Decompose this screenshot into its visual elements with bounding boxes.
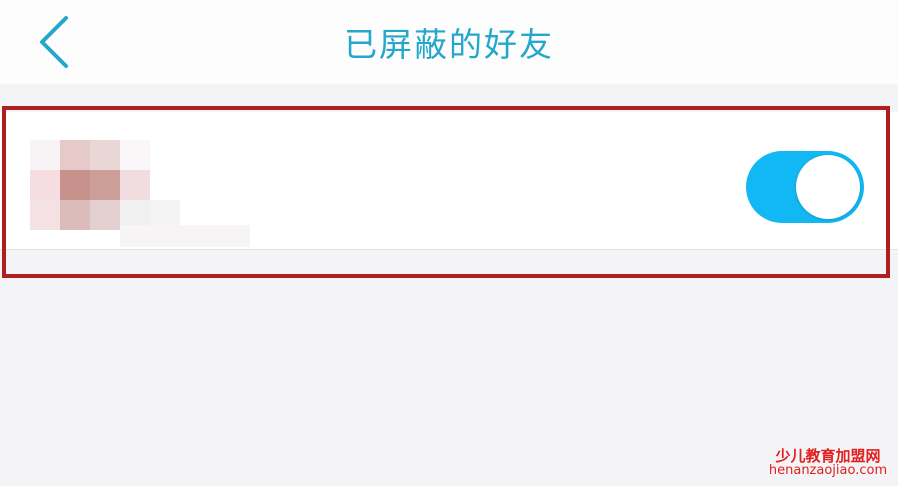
watermark-url: henanzaojiao.com bbox=[768, 463, 888, 479]
friend-name-blurred bbox=[120, 225, 250, 247]
row-divider bbox=[0, 249, 898, 250]
site-watermark: 少儿教育加盟网 henanzaojiao.com bbox=[768, 446, 888, 479]
section-gap bbox=[0, 84, 898, 110]
blocked-friends-screen: 已屏蔽的好友 少儿教育加盟网 henanzaojiao.com bbox=[0, 0, 898, 486]
nav-bar: 已屏蔽的好友 bbox=[0, 0, 898, 84]
block-toggle-switch[interactable] bbox=[746, 151, 864, 223]
watermark-title: 少儿教育加盟网 bbox=[775, 446, 881, 465]
toggle-knob bbox=[796, 155, 860, 219]
page-title: 已屏蔽的好友 bbox=[344, 25, 554, 64]
